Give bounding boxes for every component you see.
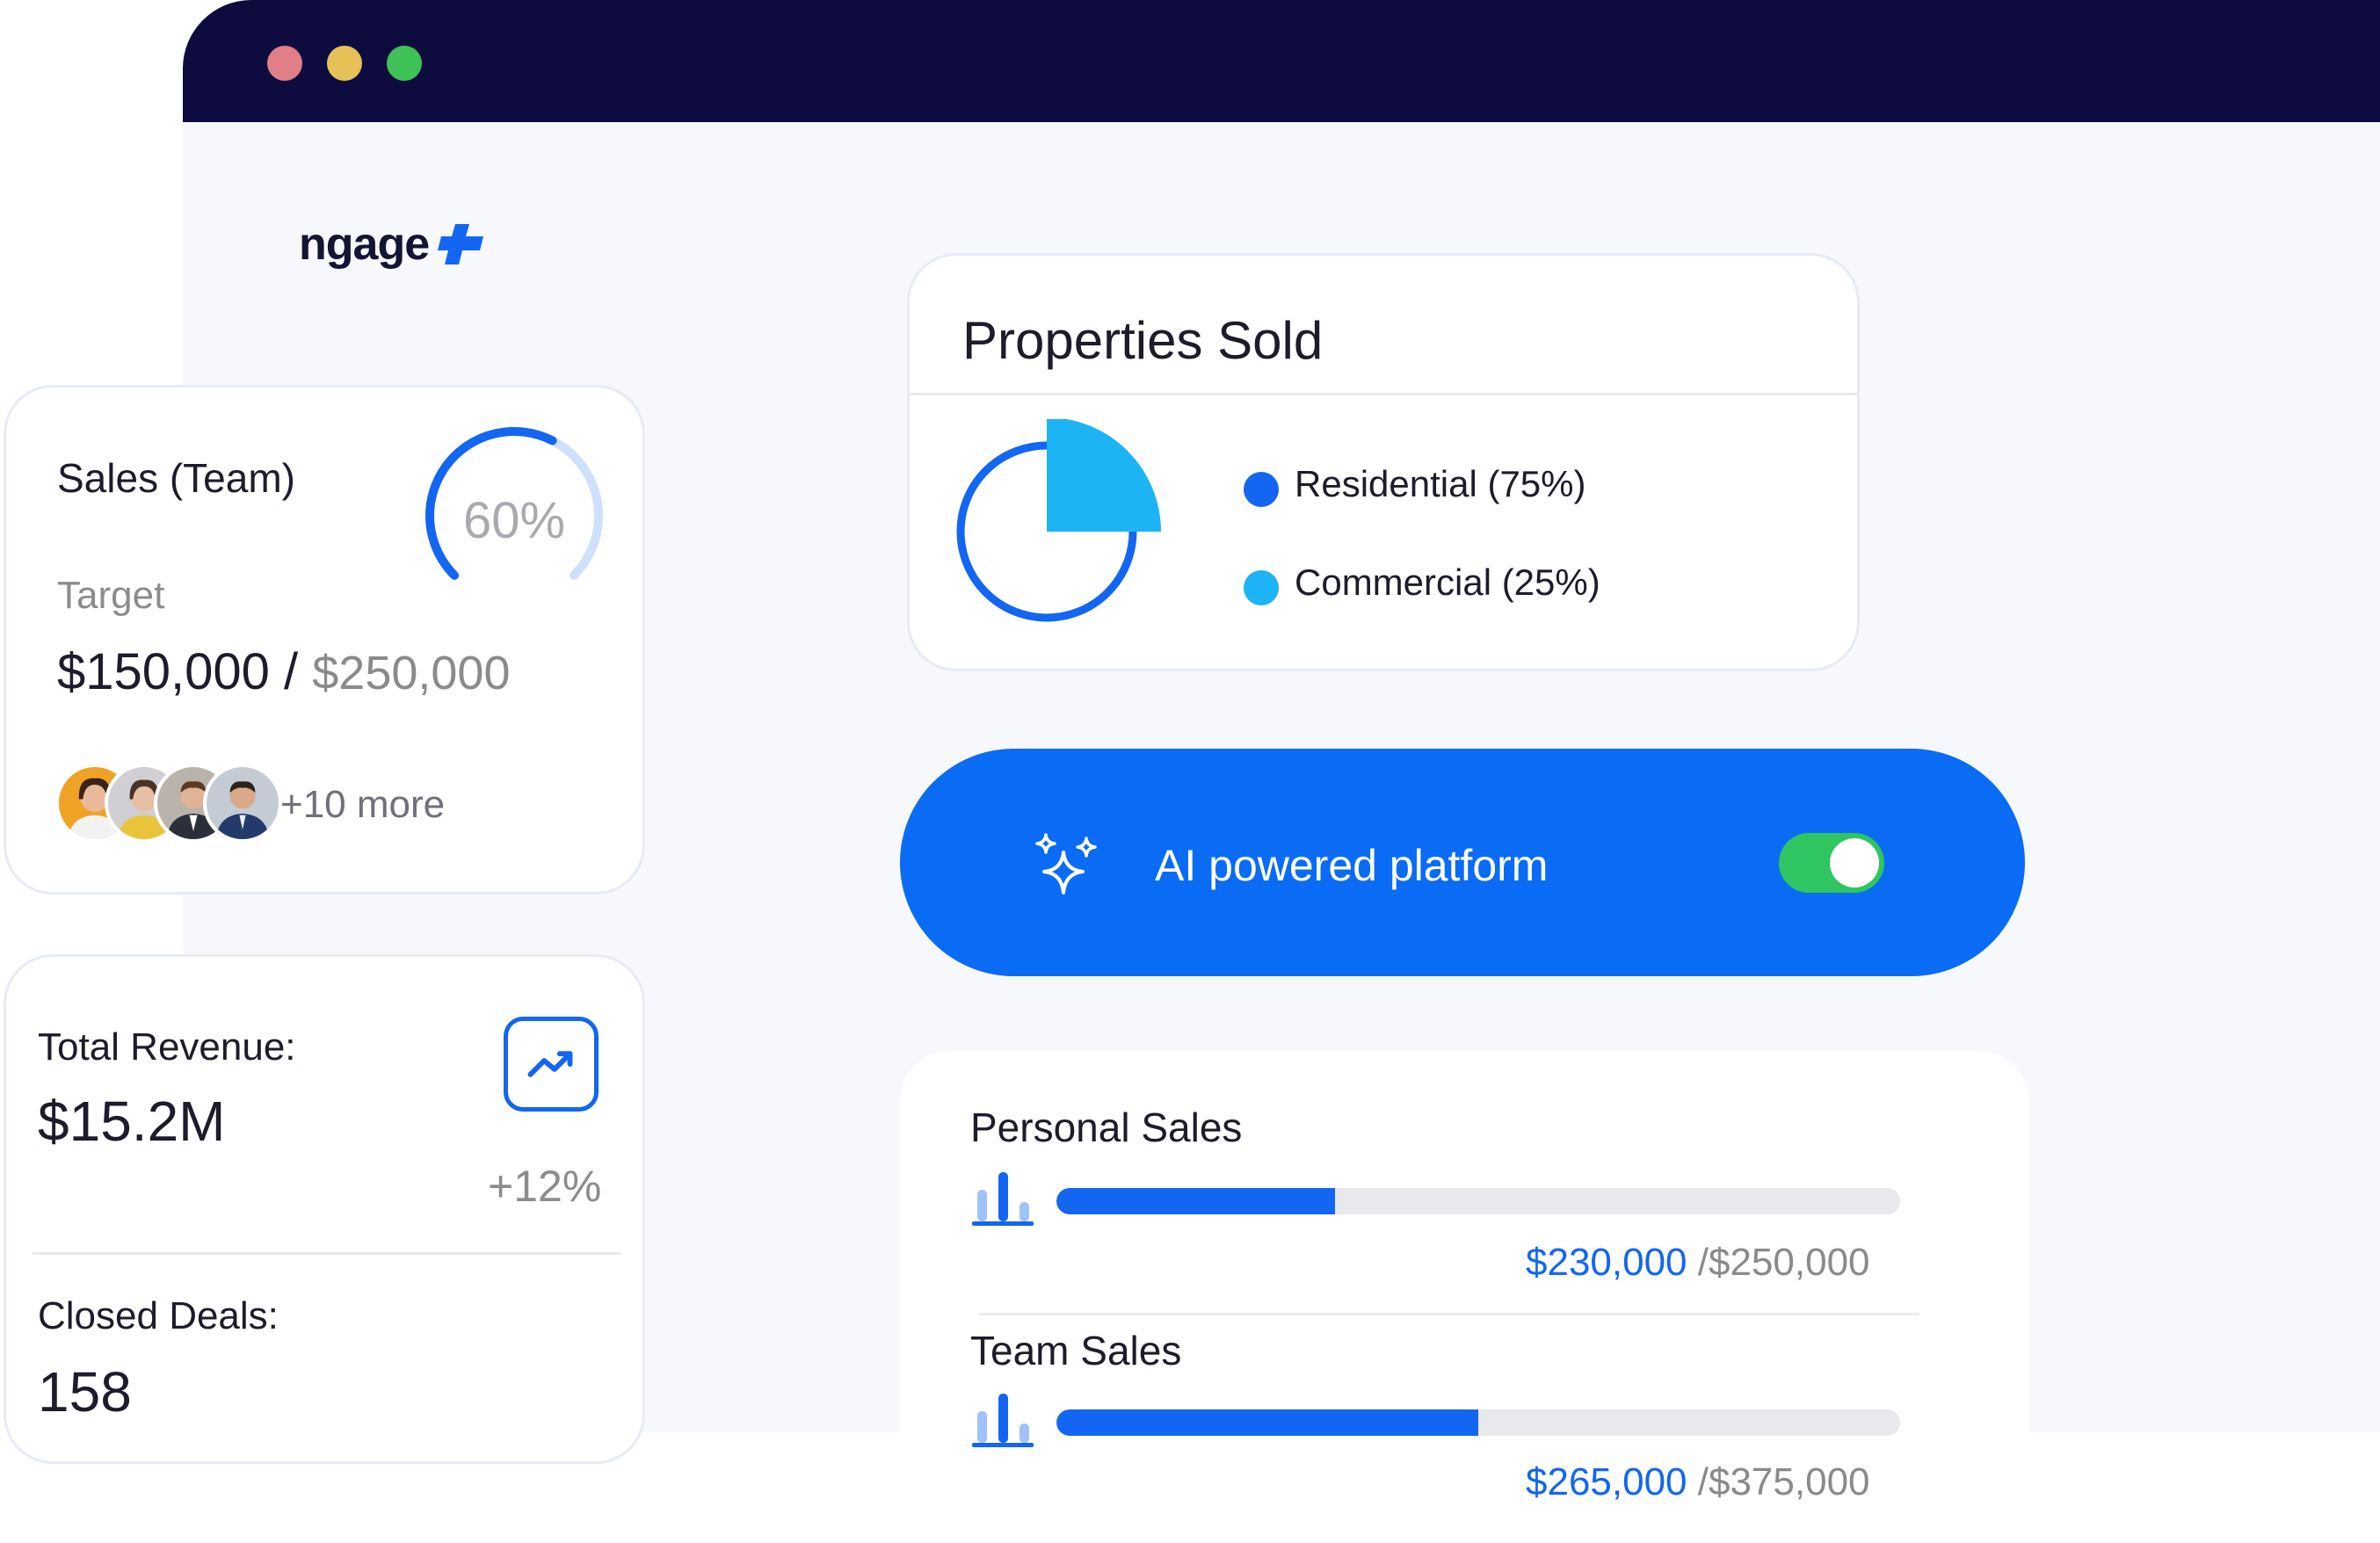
- trending-up-icon: [527, 1051, 573, 1077]
- personal-sales-progress-fill: [1056, 1188, 1335, 1214]
- team-sales-current: $265,000: [1526, 1460, 1687, 1503]
- minimize-window-button[interactable]: [327, 46, 362, 81]
- properties-divider: [910, 393, 1857, 395]
- legend-commercial: Commercial (25%): [1295, 561, 1600, 603]
- sales-target-values: $150,000 / $250,000: [57, 642, 511, 701]
- personal-sales-separator: /: [1687, 1241, 1709, 1284]
- bar-chart-icon: [972, 1394, 1034, 1447]
- sales-current-value: $150,000: [57, 643, 270, 700]
- properties-pie-chart: [956, 419, 1161, 622]
- ai-platform-label: AI powered platform: [1155, 841, 1549, 890]
- team-sales-amount: $265,000 /$375,000: [1526, 1460, 1870, 1504]
- sales-separator: /: [269, 643, 313, 700]
- sparkle-icon: [1035, 833, 1097, 895]
- total-revenue-value: $15.2M: [38, 1090, 226, 1153]
- trend-button[interactable]: [504, 1017, 599, 1112]
- team-avatars[interactable]: [55, 764, 282, 846]
- logo-text: ngage: [299, 219, 430, 270]
- brand-logo[interactable]: ngage: [299, 218, 489, 271]
- team-sales-title: Team Sales: [970, 1328, 1182, 1373]
- sales-percent-label: 60%: [463, 492, 566, 549]
- personal-sales-amount: $230,000 /$250,000: [1526, 1241, 1870, 1285]
- sales-row-divider: [979, 1313, 1919, 1315]
- revenue-card: Total Revenue: $15.2M +12% Closed Deals:…: [4, 954, 645, 1464]
- close-window-button[interactable]: [267, 46, 302, 81]
- pie-slice-commercial: [1047, 419, 1161, 532]
- properties-title: Properties Sold: [962, 311, 1324, 370]
- revenue-divider: [33, 1252, 621, 1255]
- personal-sales-current: $230,000: [1526, 1241, 1687, 1284]
- personal-sales-goal: $250,000: [1708, 1241, 1870, 1284]
- maximize-window-button[interactable]: [387, 46, 422, 81]
- personal-sales-title: Personal Sales: [970, 1105, 1243, 1150]
- logo-plus-icon: [438, 224, 484, 264]
- sales-team-card: Sales (Team) 60% Target $150,000 / $250,…: [4, 385, 645, 895]
- properties-sold-card: Properties Sold Residential (75%) Commer…: [907, 253, 1860, 671]
- target-label: Target: [57, 574, 165, 617]
- ai-platform-banner: AI powered platform: [900, 749, 2025, 976]
- closed-deals-value: 158: [38, 1360, 132, 1423]
- sales-progress-card: Personal Sales $230,000 /$250,000 Team S…: [900, 1051, 2028, 1543]
- ai-platform-toggle[interactable]: [1779, 833, 1884, 893]
- team-sales-progress-bar: [1056, 1409, 1900, 1436]
- avatar[interactable]: [203, 764, 282, 843]
- revenue-change: +12%: [488, 1162, 602, 1211]
- team-sales-separator: /: [1687, 1460, 1709, 1503]
- more-members-label[interactable]: +10 more: [280, 783, 445, 827]
- sales-team-title: Sales (Team): [57, 455, 295, 501]
- sales-goal-value: $250,000: [312, 647, 511, 699]
- bar-chart-icon: [972, 1172, 1034, 1226]
- legend-residential: Residential (75%): [1295, 463, 1586, 504]
- closed-deals-label: Closed Deals:: [38, 1294, 279, 1337]
- personal-sales-progress-bar: [1056, 1188, 1900, 1214]
- legend-dot-commercial: [1244, 570, 1279, 605]
- window-titlebar: [183, 0, 2380, 122]
- toggle-knob: [1830, 838, 1879, 887]
- legend-dot-residential: [1244, 472, 1279, 507]
- team-sales-goal: $375,000: [1708, 1460, 1870, 1503]
- team-sales-progress-fill: [1056, 1409, 1478, 1436]
- total-revenue-label: Total Revenue:: [38, 1025, 296, 1069]
